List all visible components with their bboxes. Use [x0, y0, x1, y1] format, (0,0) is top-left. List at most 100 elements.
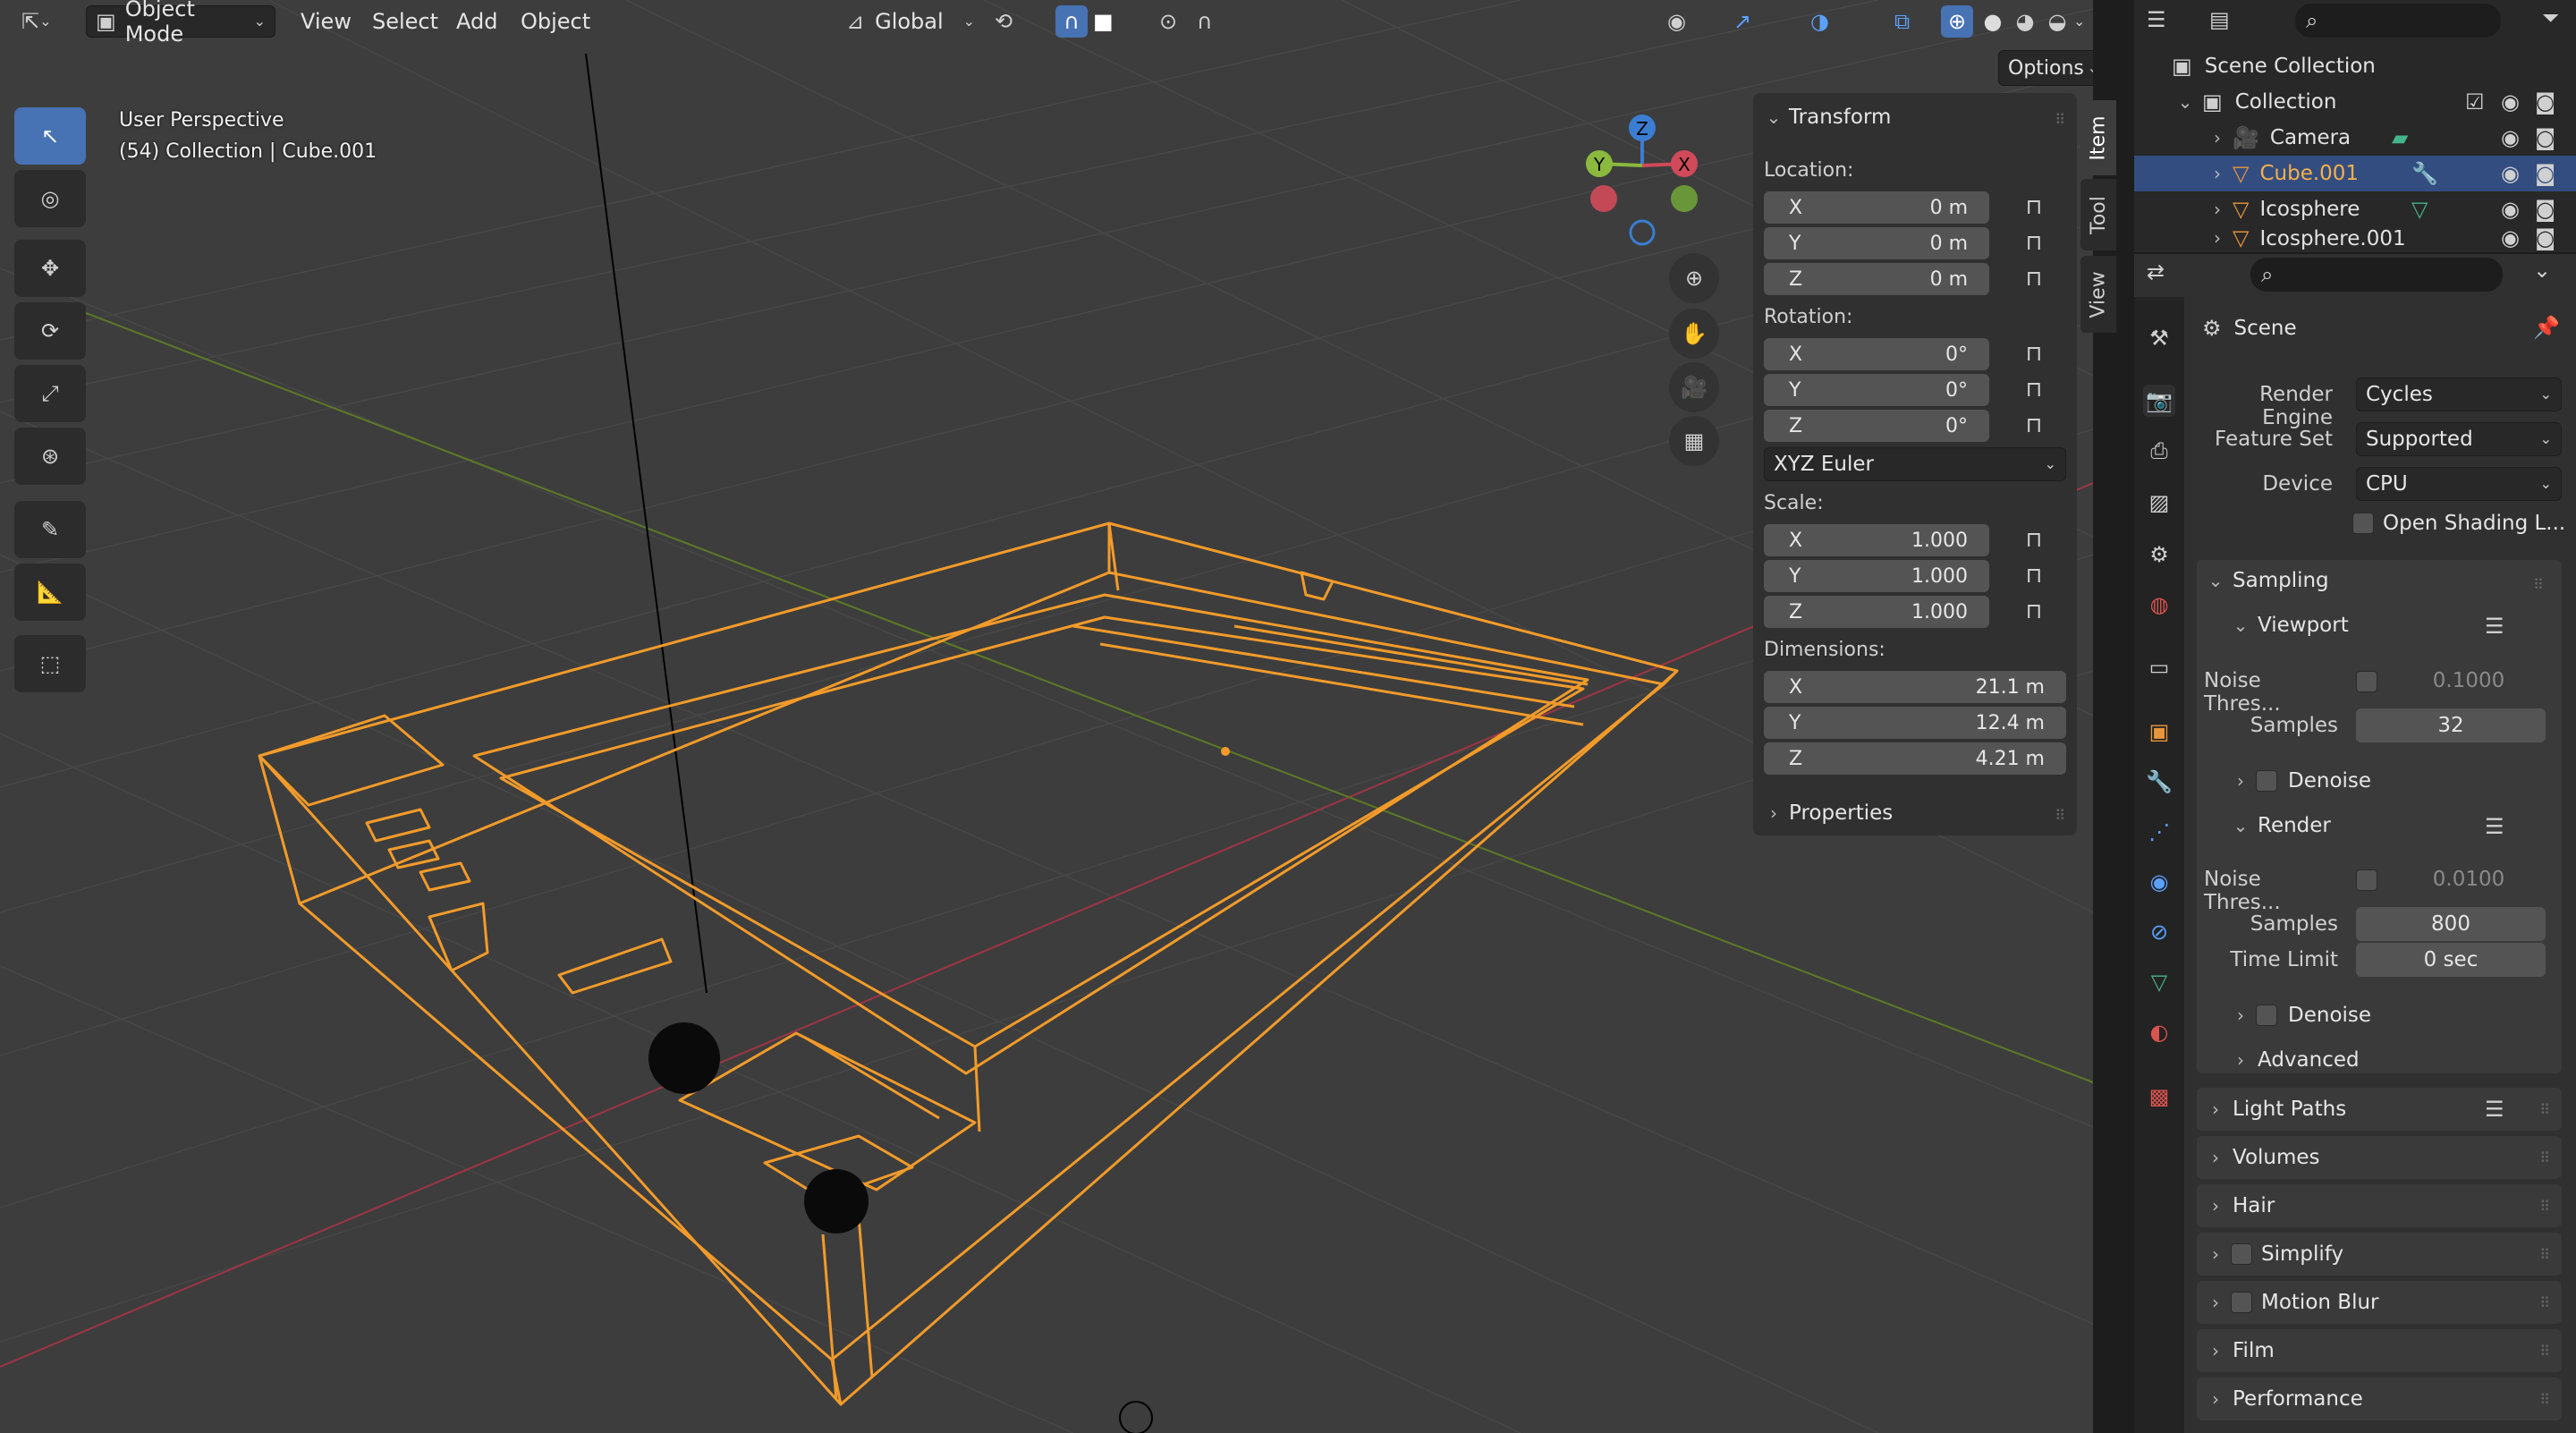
render-samples-field[interactable]: 800 [2356, 907, 2546, 941]
snap-toggle[interactable]: ∩ [1055, 5, 1088, 38]
snap-target-dropdown[interactable]: ■ [1093, 5, 1143, 38]
camera-view-button[interactable]: 🎥 [1669, 362, 1719, 412]
tab-render[interactable]: 📷 [2143, 385, 2175, 417]
editor-type-button[interactable]: ⇱ ⌄ [21, 5, 72, 38]
outliner-item-icosphere-001[interactable]: › ▽ Icosphere.001 ◉ ◙ [2134, 227, 2576, 252]
dimension-z-field[interactable]: Z 4.21 m [1764, 742, 2066, 775]
camera-render-icon[interactable]: ◙ [2535, 227, 2555, 249]
tab-world[interactable]: ◍ [2143, 589, 2175, 621]
render-noise-threshold-checkbox[interactable] [2356, 869, 2377, 891]
eye-icon[interactable]: ◉ [2501, 227, 2520, 249]
scale-x-field[interactable]: X 1.000 [1764, 524, 1989, 556]
checkbox-icon[interactable]: ☑ [2465, 91, 2485, 113]
list-presets-icon[interactable]: ☰ [2485, 1098, 2504, 1120]
gizmo-dropdown[interactable]: ↗ [1733, 5, 1789, 38]
pivot-dropdown[interactable]: ⟲ [995, 5, 1045, 38]
drag-handle-icon[interactable]: ⠿ [2539, 1246, 2551, 1263]
tab-constraints[interactable]: ⊘ [2143, 916, 2175, 948]
lock-icon[interactable]: ⊓ [2021, 377, 2046, 401]
tab-view[interactable]: View [2080, 256, 2116, 333]
select-tool[interactable]: ↖ [14, 107, 86, 165]
outliner-item-icosphere[interactable]: › ▽ Icosphere ▽ ◉ ◙ [2134, 191, 2576, 227]
rotation-mode-dropdown[interactable]: XYZ Euler ⌄ [1764, 447, 2066, 481]
tab-modifiers[interactable]: 🔧 [2143, 766, 2175, 798]
lock-icon[interactable]: ⊓ [2021, 195, 2046, 218]
dimension-y-field[interactable]: Y 12.4 m [1764, 707, 2066, 739]
material-shading-button[interactable]: ◕ [2009, 5, 2041, 38]
tab-collection[interactable]: ▭ [2143, 651, 2175, 683]
viewport-subpanel-header[interactable]: ⌄ Viewport [2231, 614, 2349, 637]
viewport-denoise-subpanel[interactable]: › Denoise [2231, 769, 2371, 793]
list-presets-icon[interactable]: ☰ [2485, 816, 2504, 837]
eye-icon[interactable]: ◉ [2501, 163, 2520, 184]
render-engine-dropdown[interactable]: Cycles ⌄ [2356, 377, 2562, 411]
camera-render-icon[interactable]: ◙ [2535, 127, 2555, 148]
render-subpanel-header[interactable]: ⌄ Render [2231, 814, 2331, 837]
render-noise-threshold-field[interactable]: 0.0100 [2392, 862, 2546, 896]
pin-icon[interactable]: 📌 [2533, 317, 2560, 338]
cursor-tool[interactable]: ◎ [14, 170, 86, 227]
menu-add[interactable]: Add [456, 9, 497, 34]
tab-particles[interactable]: ⋰ [2143, 816, 2175, 848]
tab-physics[interactable]: ◉ [2143, 866, 2175, 898]
zoom-button[interactable]: ⊕ [1669, 253, 1719, 303]
render-denoise-subpanel[interactable]: › Denoise [2231, 1004, 2371, 1027]
outliner-collection[interactable]: ⌄ ▣ Collection ☑ ◉ ◙ [2134, 84, 2576, 120]
shading-options-dropdown[interactable]: ⌄ [2073, 5, 2093, 38]
tab-material[interactable]: ◐ [2143, 1016, 2175, 1048]
advanced-subpanel[interactable]: › Advanced [2231, 1048, 2360, 1072]
scale-tool[interactable]: ⤢ [14, 365, 86, 422]
camera-render-icon[interactable]: ◙ [2535, 199, 2555, 220]
outliner-item-cube[interactable]: › ▽ Cube.001 🔧 ◉ ◙ [2134, 156, 2576, 191]
open-shading-checkbox[interactable]: Open Shading L... [2352, 512, 2565, 535]
outliner-editor-type[interactable]: ☰ [2147, 7, 2166, 32]
transform-tool[interactable]: ⊛ [14, 428, 86, 485]
display-mode-dropdown[interactable]: ▤ [2209, 7, 2230, 32]
eye-icon[interactable]: ◉ [2501, 199, 2520, 220]
tab-item[interactable]: Item [2080, 100, 2116, 175]
outliner-search[interactable]: ⌕ [2295, 4, 2501, 38]
scale-y-field[interactable]: Y 1.000 [1764, 560, 1989, 592]
tab-tool-settings[interactable]: ⚒ [2143, 322, 2175, 354]
filter-button[interactable]: ⏷ [2542, 5, 2559, 30]
lock-icon[interactable]: ⊓ [2021, 599, 2046, 623]
rotate-tool[interactable]: ⟳ [14, 302, 86, 360]
viewport-samples-field[interactable]: 32 [2356, 708, 2546, 742]
feature-set-dropdown[interactable]: Supported ⌄ [2356, 422, 2562, 456]
orientation-dropdown[interactable]: ⊿ Global ⌄ [841, 5, 980, 38]
lock-icon[interactable]: ⊓ [2021, 231, 2046, 254]
transform-panel-header[interactable]: ⌄ Transform [1764, 106, 1892, 129]
gizmo-x-label[interactable]: X [1678, 154, 1690, 175]
camera-render-icon[interactable]: ◙ [2535, 91, 2555, 113]
checkbox[interactable] [2352, 513, 2374, 534]
annotate-tool[interactable]: ✎ [14, 501, 86, 558]
add-cube-tool[interactable]: ⬚ [14, 635, 86, 692]
simplify-panel[interactable]: › Simplify ⠿ [2197, 1233, 2562, 1276]
gizmo-y-label[interactable]: Y [1593, 154, 1606, 175]
rotation-y-field[interactable]: Y 0° [1764, 374, 1989, 406]
camera-render-icon[interactable]: ◙ [2535, 163, 2555, 184]
location-x-field[interactable]: X 0 m [1764, 191, 1989, 224]
wireframe-shading-button[interactable]: ⊕ [1941, 5, 1973, 38]
properties-editor-type[interactable]: ⇄ [2147, 259, 2165, 284]
drag-handle-icon[interactable]: ⠿ [2539, 1149, 2551, 1166]
hair-panel[interactable]: › Hair ⠿ [2197, 1184, 2562, 1227]
device-dropdown[interactable]: CPU ⌄ [2356, 467, 2562, 501]
simplify-checkbox[interactable] [2231, 1243, 2252, 1265]
pan-button[interactable]: ✋ [1669, 309, 1719, 359]
proportional-edit-toggle[interactable]: ⊙ [1159, 5, 1191, 38]
menu-view[interactable]: View [301, 9, 352, 34]
viewport-noise-threshold-checkbox[interactable] [2356, 671, 2377, 692]
properties-search[interactable]: ⌕ [2250, 258, 2503, 292]
outliner-scene-collection[interactable]: ▣ Scene Collection [2134, 48, 2576, 84]
motion-blur-panel[interactable]: › Motion Blur ⠿ [2197, 1281, 2562, 1324]
drag-handle-icon[interactable]: ⠿ [2055, 807, 2066, 824]
volumes-panel[interactable]: › Volumes ⠿ [2197, 1136, 2562, 1179]
eye-icon[interactable]: ◉ [2501, 91, 2520, 113]
lock-icon[interactable]: ⊓ [2021, 564, 2046, 587]
mode-dropdown[interactable]: ▣ Object Mode ⌄ [86, 0, 275, 47]
lock-icon[interactable]: ⊓ [2021, 413, 2046, 437]
solid-shading-button[interactable]: ● [1977, 5, 2009, 38]
rendered-shading-button[interactable]: ◒ [2041, 5, 2073, 38]
motion-blur-checkbox[interactable] [2231, 1292, 2252, 1313]
